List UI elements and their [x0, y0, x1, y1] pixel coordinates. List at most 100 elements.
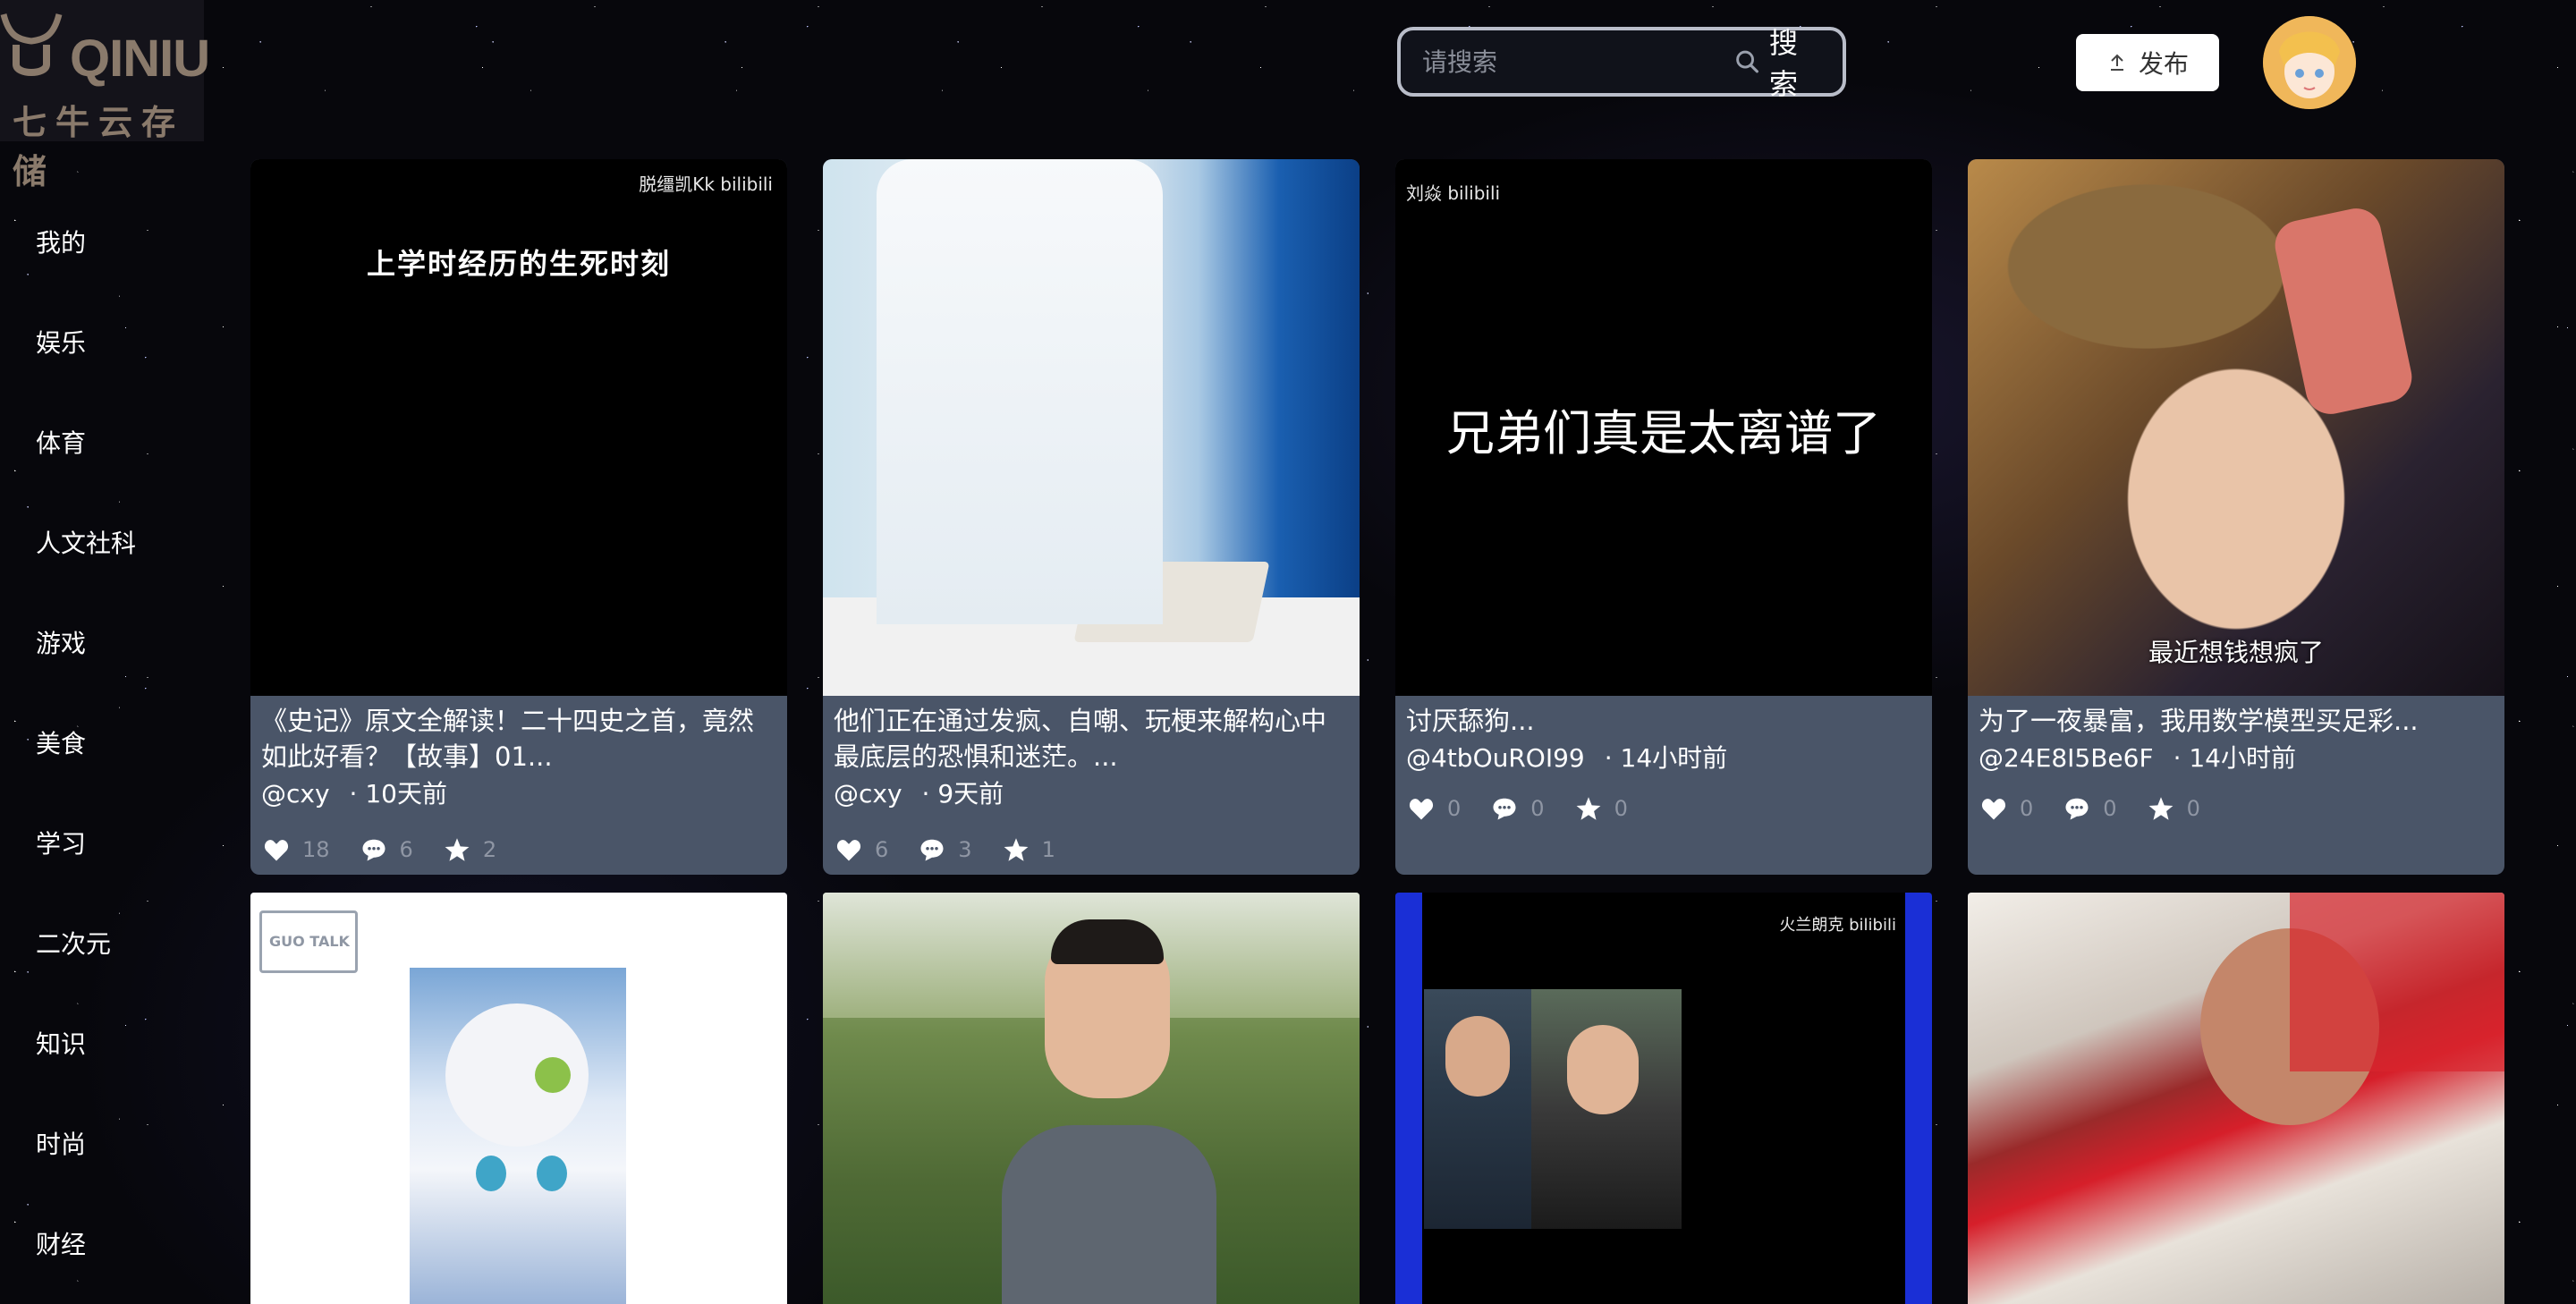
comment-stat[interactable]: 3 — [919, 837, 972, 862]
card-time: · 14小时前 — [1604, 743, 1728, 773]
comment-icon — [1493, 798, 1516, 820]
card-time: · 10天前 — [349, 779, 447, 809]
video-thumbnail[interactable]: GUO TALK — [250, 893, 787, 1304]
video-card[interactable] — [823, 893, 1360, 1304]
video-card[interactable]: GUO TALK — [250, 893, 787, 1304]
heart-icon — [1409, 799, 1434, 820]
heart-icon — [1981, 799, 2006, 820]
search-button-label: 搜索 — [1769, 26, 1799, 101]
thumbnail-badge: GUO TALK — [259, 910, 358, 973]
user-avatar[interactable] — [2263, 16, 2356, 109]
video-thumbnail[interactable]: 脱缰凯Kk bilibili 上学时经历的生死时刻 — [250, 159, 787, 696]
thumbnail-caption: 最近想钱想疯了 — [2148, 638, 2324, 667]
sidebar-item-humanities[interactable]: 人文社科 — [36, 524, 136, 560]
comment-icon — [2065, 798, 2089, 820]
card-title[interactable]: 《史记》原文全解读！二十四史之首，竟然如此好看？【故事】01... — [261, 703, 776, 775]
favorite-count: 0 — [1614, 796, 1628, 821]
comment-stat[interactable]: 6 — [360, 837, 413, 862]
sidebar-item-knowledge[interactable]: 知识 — [36, 1025, 86, 1061]
video-thumbnail[interactable] — [1968, 893, 2504, 1304]
video-card[interactable]: 最近想钱想疯了 为了一夜暴富，我用数学模型买足彩... @24E8I5Be6F … — [1968, 159, 2504, 875]
card-info: 《史记》原文全解读！二十四史之首，竟然如此好看？【故事】01... @cxy ·… — [250, 696, 787, 875]
favorite-stat[interactable]: 0 — [2148, 796, 2200, 821]
logo[interactable]: QINIU 七牛云存储 — [0, 0, 210, 191]
comment-icon — [362, 839, 386, 861]
like-stat[interactable]: 6 — [835, 837, 888, 862]
card-author[interactable]: @4tbOuROI99 — [1406, 741, 1585, 776]
card-info: 为了一夜暴富，我用数学模型买足彩... @24E8I5Be6F · 14小时前 … — [1968, 696, 2504, 875]
card-title[interactable]: 讨厌舔狗... — [1406, 703, 1921, 739]
comment-count: 6 — [399, 837, 413, 862]
star-icon — [2148, 797, 2173, 820]
publish-button[interactable]: 发布 — [2076, 34, 2219, 91]
search-button[interactable]: 搜索 — [1734, 21, 1825, 103]
bull-logo-icon — [0, 13, 63, 76]
sidebar-item-games[interactable]: 游戏 — [36, 624, 86, 660]
like-count: 18 — [302, 837, 330, 862]
card-stats: 0 0 0 — [1408, 796, 1646, 821]
video-thumbnail[interactable] — [823, 893, 1360, 1304]
video-thumbnail[interactable]: 火兰朗克 bilibili — [1395, 893, 1932, 1304]
sidebar-item-fashion[interactable]: 时尚 — [36, 1125, 86, 1161]
star-icon — [1576, 797, 1600, 820]
sidebar-item-mine[interactable]: 我的 — [36, 224, 86, 259]
video-thumbnail[interactable] — [823, 159, 1360, 696]
publish-button-label: 发布 — [2138, 49, 2189, 79]
like-stat[interactable]: 18 — [263, 837, 330, 862]
favorite-count: 0 — [2186, 796, 2200, 821]
thumbnail-watermark: GUO TALK — [269, 933, 350, 950]
video-card[interactable]: 他们正在通过发疯、自嘲、玩梗来解构心中最底层的恐惧和迷茫。... @cxy · … — [823, 159, 1360, 875]
card-meta: @cxy · 9天前 — [834, 776, 1349, 812]
card-stats: 0 0 0 — [1980, 796, 2218, 821]
like-count: 6 — [875, 837, 889, 862]
comment-count: 3 — [958, 837, 972, 862]
video-thumbnail[interactable]: 刘焱 bilibili 兄弟们真是太离谱了 — [1395, 159, 1932, 696]
like-count: 0 — [1447, 796, 1462, 821]
thumbnail-watermark: 脱缰凯Kk bilibili — [639, 174, 773, 195]
favorite-stat[interactable]: 1 — [1003, 837, 1055, 862]
sidebar-item-food[interactable]: 美食 — [36, 724, 86, 760]
thumbnail-caption: 兄弟们真是太离谱了 — [1446, 405, 1881, 461]
sidebar-item-anime[interactable]: 二次元 — [36, 925, 111, 961]
star-icon — [445, 838, 470, 861]
card-info: 讨厌舔狗... @4tbOuROI99 · 14小时前 0 0 0 — [1395, 696, 1932, 875]
favorite-stat[interactable]: 0 — [1575, 796, 1628, 821]
card-author[interactable]: @cxy — [834, 776, 902, 812]
card-stats: 6 3 1 — [835, 837, 1073, 862]
comment-count: 0 — [2103, 796, 2117, 821]
card-title[interactable]: 为了一夜暴富，我用数学模型买足彩... — [1979, 703, 2494, 739]
video-card[interactable]: 刘焱 bilibili 兄弟们真是太离谱了 讨厌舔狗... @4tbOuROI9… — [1395, 159, 1932, 875]
thumbnail-watermark: 刘焱 bilibili — [1406, 182, 1501, 204]
sidebar-item-sports[interactable]: 体育 — [36, 424, 86, 460]
search-box: 搜索 — [1397, 26, 1846, 101]
card-author[interactable]: @cxy — [261, 776, 330, 812]
like-stat[interactable]: 0 — [1408, 796, 1461, 821]
search-input[interactable] — [1401, 30, 1734, 93]
comment-stat[interactable]: 0 — [1491, 796, 1545, 821]
favorite-stat[interactable]: 2 — [444, 837, 496, 862]
video-card[interactable]: 脱缰凯Kk bilibili 上学时经历的生死时刻 《史记》原文全解读！二十四史… — [250, 159, 787, 875]
card-meta: @24E8I5Be6F · 14小时前 — [1979, 741, 2494, 776]
video-card[interactable]: 火兰朗克 bilibili — [1395, 893, 1932, 1304]
sidebar-item-finance[interactable]: 财经 — [36, 1225, 86, 1261]
video-thumbnail[interactable]: 最近想钱想疯了 — [1968, 159, 2504, 696]
card-author[interactable]: @24E8I5Be6F — [1979, 741, 2154, 776]
favorite-count: 1 — [1041, 837, 1055, 862]
card-meta: @cxy · 10天前 — [261, 776, 776, 812]
logo-subtitle: 七牛云存储 — [13, 103, 185, 191]
star-icon — [1004, 838, 1028, 861]
card-title[interactable]: 他们正在通过发疯、自嘲、玩梗来解构心中最底层的恐惧和迷茫。... — [834, 703, 1349, 775]
search-icon — [1736, 50, 1758, 73]
like-stat[interactable]: 0 — [1980, 796, 2033, 821]
upload-icon — [2110, 54, 2123, 71]
comment-stat[interactable]: 0 — [2063, 796, 2117, 821]
heart-icon — [264, 840, 289, 861]
card-meta: @4tbOuROI99 · 14小时前 — [1406, 741, 1921, 776]
card-stats: 18 6 2 — [263, 837, 514, 862]
thumbnail-caption: 上学时经历的生死时刻 — [366, 247, 671, 281]
video-card[interactable] — [1968, 893, 2504, 1304]
comment-icon — [920, 839, 944, 861]
card-info: 他们正在通过发疯、自嘲、玩梗来解构心中最底层的恐惧和迷茫。... @cxy · … — [823, 696, 1360, 875]
sidebar-item-entertainment[interactable]: 娱乐 — [36, 324, 86, 360]
sidebar-item-study[interactable]: 学习 — [36, 825, 86, 860]
